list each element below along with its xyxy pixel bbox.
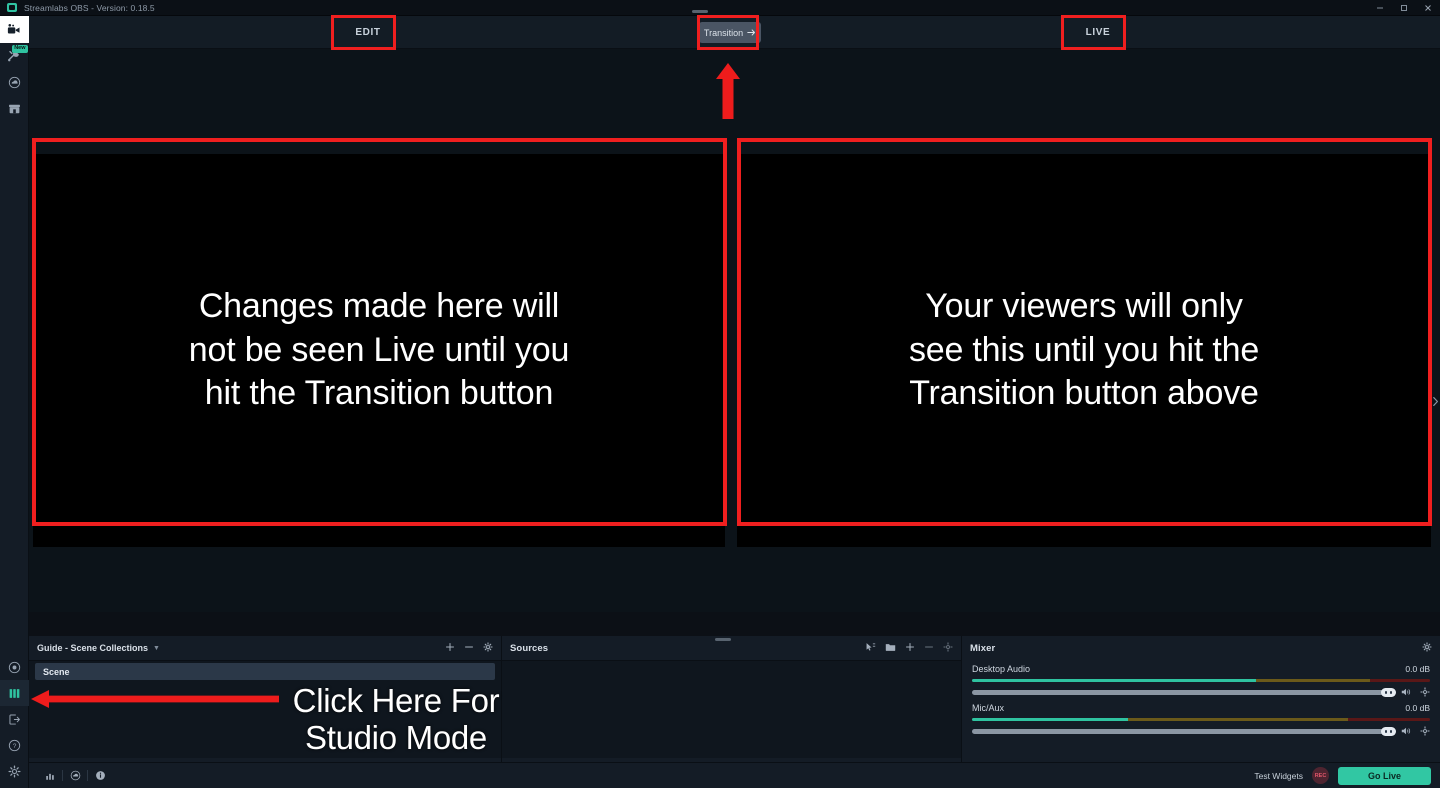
- test-widgets-button[interactable]: Test Widgets: [1254, 771, 1303, 781]
- mixer-channel-db: 0.0 dB: [1405, 703, 1430, 713]
- speaker-icon[interactable]: [1401, 687, 1412, 697]
- live-program-text: Your viewers will only see this until yo…: [908, 287, 1260, 413]
- status-bar: Test Widgets REC Go Live: [29, 762, 1440, 788]
- live-program-display[interactable]: Your viewers will only see this until yo…: [737, 154, 1431, 547]
- scenes-panel-actions: [445, 639, 493, 657]
- mixer-settings-button[interactable]: [1422, 639, 1432, 657]
- sources-panel-header: Sources: [502, 636, 961, 660]
- mixer-level-meter: [972, 718, 1430, 721]
- mixer-channel: Mic/Aux 0.0 dB: [972, 703, 1430, 736]
- sidebar-item-help[interactable]: ?: [0, 732, 29, 758]
- help-circle-icon: ?: [8, 739, 20, 751]
- volume-slider[interactable]: [972, 687, 1396, 697]
- scene-settings-button[interactable]: [483, 639, 493, 657]
- sources-panel-actions: [865, 639, 953, 657]
- speaker-icon[interactable]: [1401, 726, 1412, 736]
- edit-preview-text: Changes made here will not be seen Live …: [188, 287, 570, 413]
- edit-preview-display[interactable]: Changes made here will not be seen Live …: [33, 154, 725, 547]
- arrow-right-icon: [747, 29, 756, 36]
- mixer-panel-title: Mixer: [970, 642, 996, 654]
- info-icon[interactable]: [88, 770, 112, 781]
- preview-row: Changes made here will not be seen Live …: [29, 49, 1440, 612]
- sidebar-item-logout[interactable]: [0, 706, 29, 732]
- mixer-channel-name: Desktop Audio: [972, 664, 1031, 674]
- live-label: LIVE: [1085, 27, 1111, 38]
- add-scene-button[interactable]: [445, 639, 455, 657]
- sidebar-item-studio-editor[interactable]: [0, 16, 29, 43]
- window-controls: [1368, 0, 1440, 16]
- source-settings-button[interactable]: [943, 639, 953, 657]
- remove-source-button[interactable]: [924, 639, 934, 657]
- annotation-arrow-left-icon: [30, 688, 280, 710]
- annotation-arrow-up-icon: [714, 62, 742, 120]
- folder-icon[interactable]: [885, 639, 896, 657]
- mini-feed-collapse-handle[interactable]: [692, 10, 708, 13]
- store-icon: [8, 104, 20, 113]
- rail-bottom-group: ?: [0, 654, 29, 788]
- sidebar-item-settings[interactable]: [0, 758, 29, 784]
- mixer-channels: Desktop Audio 0.0 dB Mic/Aux 0.0 dB: [962, 660, 1440, 736]
- mixer-panel: Mixer Desktop Audio 0.0 dB Mic/Aux 0.0 d…: [962, 636, 1440, 762]
- volume-slider[interactable]: [972, 726, 1396, 736]
- status-bar-actions: Test Widgets REC Go Live: [1254, 766, 1431, 785]
- eye-icon: [8, 661, 20, 673]
- cloud-icon: [8, 76, 20, 88]
- sources-panel: Sources: [502, 636, 962, 762]
- annotation-studio-mode-callout: Click Here For Studio Mode: [292, 682, 500, 756]
- bar-chart-icon[interactable]: [38, 771, 62, 781]
- svg-text:?: ?: [12, 743, 16, 750]
- left-nav-rail: New ?: [0, 16, 29, 788]
- streamlabs-obs-window: Streamlabs OBS - Version: 0.18.5 New ? E…: [0, 0, 1440, 788]
- source-list[interactable]: [502, 660, 961, 758]
- logout-icon: [8, 713, 20, 725]
- transition-label: Transition: [703, 27, 744, 38]
- mixer-volume-row: [972, 687, 1430, 697]
- sidebar-item-app-store[interactable]: [0, 95, 29, 121]
- new-badge: New: [12, 45, 28, 53]
- status-bar-icons: [38, 770, 112, 781]
- channel-settings-gear-icon[interactable]: [1420, 726, 1430, 736]
- mixer-channel-name: Mic/Aux: [972, 703, 1005, 713]
- minimize-icon[interactable]: [1368, 0, 1392, 16]
- add-source-button[interactable]: [905, 639, 915, 657]
- gear-icon: [7, 764, 21, 778]
- scene-item-label: Scene: [43, 666, 70, 677]
- scene-collection-label[interactable]: Guide - Scene Collections: [37, 643, 148, 653]
- edit-label: EDIT: [355, 27, 381, 38]
- volume-slider-knob[interactable]: [1381, 726, 1396, 736]
- window-titlebar: Streamlabs OBS - Version: 0.18.5: [0, 0, 1440, 16]
- mixer-panel-actions: [1422, 639, 1432, 657]
- columns-icon: [9, 688, 19, 698]
- streamlabs-logo-icon: [7, 3, 17, 12]
- volume-slider-knob[interactable]: [1381, 687, 1396, 697]
- chevron-right-icon[interactable]: [1432, 396, 1439, 410]
- rail-top-group: New: [0, 16, 29, 121]
- sidebar-item-recent-events[interactable]: [0, 654, 29, 680]
- sidebar-item-themes-tools[interactable]: New: [0, 43, 29, 69]
- cursor-select-icon[interactable]: [865, 639, 876, 657]
- cloud-status-icon[interactable]: [63, 770, 87, 781]
- chevron-down-icon[interactable]: ▼: [153, 645, 160, 652]
- close-icon[interactable]: [1416, 0, 1440, 16]
- mixer-channel: Desktop Audio 0.0 dB: [972, 664, 1430, 697]
- list-item[interactable]: Scene: [35, 663, 495, 680]
- mixer-panel-header: Mixer: [962, 636, 1440, 660]
- window-title: Streamlabs OBS - Version: 0.18.5: [24, 2, 155, 13]
- sidebar-item-studio-mode[interactable]: [0, 680, 29, 706]
- video-camera-icon: [7, 23, 20, 33]
- studio-mode-toolbar: EDIT Transition LIVE: [29, 16, 1440, 49]
- mixer-channel-db: 0.0 dB: [1405, 664, 1430, 674]
- remove-scene-button[interactable]: [464, 639, 474, 657]
- mixer-volume-row: [972, 726, 1430, 736]
- sources-panel-title: Sources: [510, 642, 549, 654]
- go-live-button[interactable]: Go Live: [1338, 766, 1431, 785]
- maximize-icon[interactable]: [1392, 0, 1416, 16]
- record-button[interactable]: REC: [1312, 767, 1329, 784]
- channel-settings-gear-icon[interactable]: [1420, 687, 1430, 697]
- transition-button[interactable]: Transition: [699, 22, 761, 43]
- mixer-level-meter: [972, 679, 1430, 682]
- sidebar-item-cloudbot[interactable]: [0, 69, 29, 95]
- scenes-panel-header: Guide - Scene Collections ▼: [29, 636, 501, 660]
